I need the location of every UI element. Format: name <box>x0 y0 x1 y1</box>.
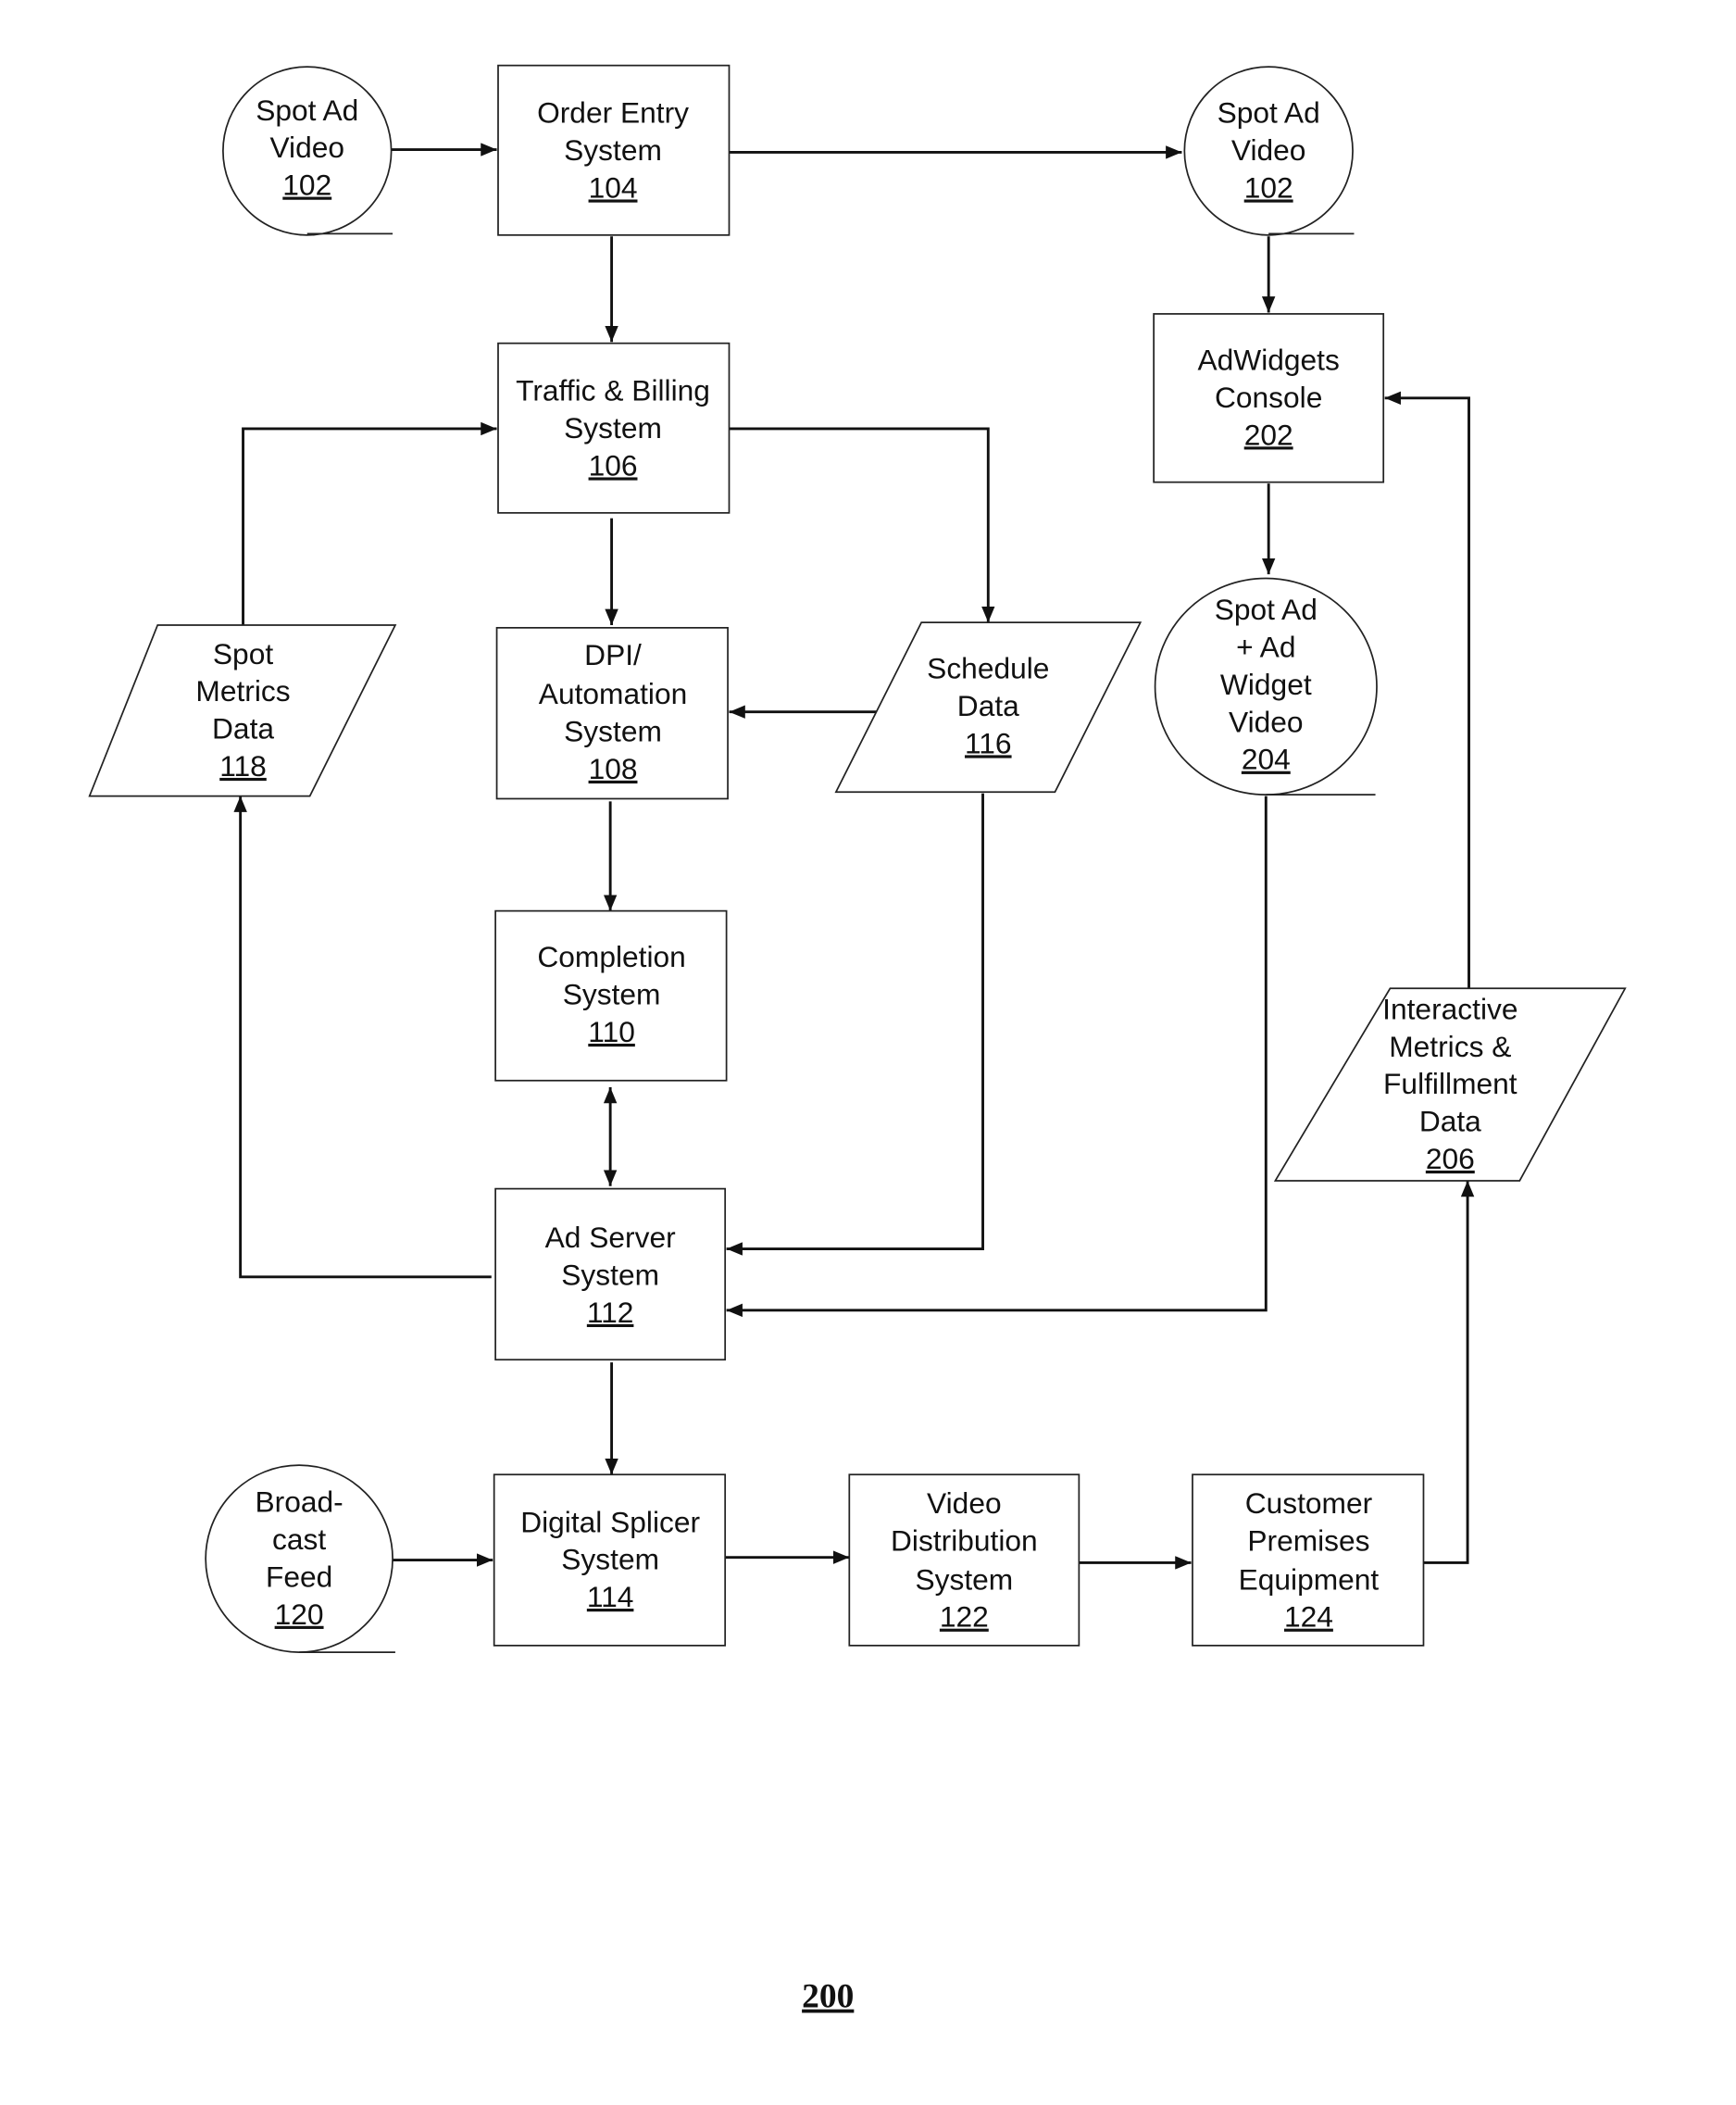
node-digital-splicer-system: Digital Splicer System 114 <box>493 1473 727 1647</box>
node-label-line: Video <box>1229 705 1304 738</box>
node-ref-number: 110 <box>588 1015 635 1048</box>
node-label-line: Completion <box>537 940 685 973</box>
node-label-line: Spot Ad <box>1218 96 1320 130</box>
node-label-line: Video <box>1231 133 1306 167</box>
node-label-line: Distribution <box>891 1523 1038 1557</box>
edge-interactive-metrics-to-adwidgets <box>1384 391 1470 989</box>
edge-ad-server-to-spot-metrics <box>233 796 492 1279</box>
node-label-line: Metrics <box>195 674 290 708</box>
node-spot-metrics-data: Spot Metrics Data 118 <box>88 624 397 797</box>
node-ref-number: 102 <box>282 169 331 202</box>
node-label-line: DPI/ <box>584 638 642 671</box>
node-customer-premises-equipment: Customer Premises Equipment 124 <box>1192 1473 1425 1647</box>
node-label-line: Broad- <box>255 1485 343 1519</box>
node-label-line: System <box>561 1543 659 1576</box>
node-label-line: Traffic & Billing <box>516 374 710 407</box>
node-label-line: Spot Ad <box>1215 593 1318 626</box>
edge-spot-metrics-to-traffic-billing <box>242 421 497 625</box>
node-label-line: Order Entry <box>537 96 689 130</box>
node-label-line: Spot Ad <box>256 94 358 127</box>
node-adwidgets-console: AdWidgets Console 202 <box>1153 313 1385 483</box>
node-spot-ad-video-output: Spot Ad Video 102 <box>1183 66 1355 236</box>
node-ref-number: 108 <box>589 752 638 785</box>
node-label-line: System <box>564 714 662 747</box>
node-label-line: Schedule <box>927 652 1049 685</box>
node-ref-number: 204 <box>1242 743 1291 776</box>
node-label-line: System <box>563 978 661 1011</box>
node-ref-number: 202 <box>1244 418 1293 451</box>
node-ref-number: 106 <box>589 448 638 482</box>
node-interactive-metrics-data: Interactive Metrics & Fulfillment Data 2… <box>1273 987 1627 1182</box>
node-label-line: Premises <box>1247 1523 1369 1557</box>
node-label-line: cast <box>272 1522 326 1556</box>
node-label-line: Data <box>212 712 274 746</box>
node-label-line: System <box>561 1258 659 1291</box>
node-schedule-data: Schedule Data 116 <box>834 621 1143 794</box>
node-label-line: Fulfillment <box>1383 1067 1517 1100</box>
node-ref-number: 102 <box>1244 170 1293 204</box>
node-label-line: Customer <box>1245 1486 1373 1520</box>
flow-diagram: Spot Ad Video 102 Order Entry System 104… <box>88 64 1627 2016</box>
node-label-line: Console <box>1215 381 1322 414</box>
node-label-line: Video <box>269 131 344 164</box>
node-label-line: Metrics & <box>1389 1030 1511 1063</box>
figure-number: 200 <box>802 1978 854 2016</box>
node-label-line: Feed <box>266 1560 332 1593</box>
edge-schedule-to-ad-server <box>726 793 984 1256</box>
node-spot-ad-video-input: Spot Ad Video 102 <box>222 66 393 236</box>
node-label-line: Video <box>927 1486 1002 1520</box>
node-completion-system: Completion System 110 <box>494 909 728 1082</box>
node-label-line: Interactive <box>1382 992 1517 1025</box>
node-video-distribution-system: Video Distribution System 122 <box>848 1473 1080 1647</box>
node-order-entry-system: Order Entry System 104 <box>497 64 731 236</box>
node-label-line: Data <box>1419 1105 1481 1138</box>
node-ref-number: 114 <box>587 1580 634 1613</box>
node-label-line: Widget <box>1220 668 1312 701</box>
node-label-line: Data <box>957 689 1019 722</box>
node-ref-number: 124 <box>1284 1600 1333 1634</box>
edge-spot-ad-widget-video-to-ad-server <box>726 796 1268 1318</box>
node-label-line: + Ad <box>1236 631 1295 664</box>
node-label-line: System <box>564 133 662 167</box>
edge-customer-premises-to-interactive-metrics <box>1423 1180 1475 1564</box>
node-label-line: Digital Splicer <box>520 1505 700 1538</box>
node-label-line: Equipment <box>1239 1562 1380 1596</box>
node-broadcast-feed: Broad- cast Feed 120 <box>205 1464 395 1653</box>
node-ref-number: 122 <box>940 1600 989 1634</box>
node-ref-number: 206 <box>1426 1142 1475 1175</box>
node-ref-number: 104 <box>589 170 638 204</box>
node-dpi-automation-system: DPI/ Automation System 108 <box>495 626 729 800</box>
node-spot-ad-widget-video: Spot Ad + Ad Widget Video 204 <box>1154 577 1378 796</box>
node-ref-number: 120 <box>275 1598 324 1631</box>
node-ad-server-system: Ad Server System 112 <box>494 1187 727 1361</box>
node-label-line: Ad Server <box>545 1221 676 1254</box>
node-ref-number: 116 <box>965 726 1012 759</box>
node-ref-number: 112 <box>587 1296 634 1329</box>
node-label-line: Automation <box>539 677 687 710</box>
node-label-line: System <box>564 411 662 445</box>
node-label-line: System <box>915 1562 1013 1596</box>
edge-traffic-billing-to-schedule <box>723 427 995 623</box>
node-ref-number: 118 <box>219 749 267 783</box>
node-label-line: Spot <box>213 637 273 670</box>
node-label-line: AdWidgets <box>1197 344 1339 377</box>
node-traffic-billing-system: Traffic & Billing System 106 <box>497 342 731 514</box>
